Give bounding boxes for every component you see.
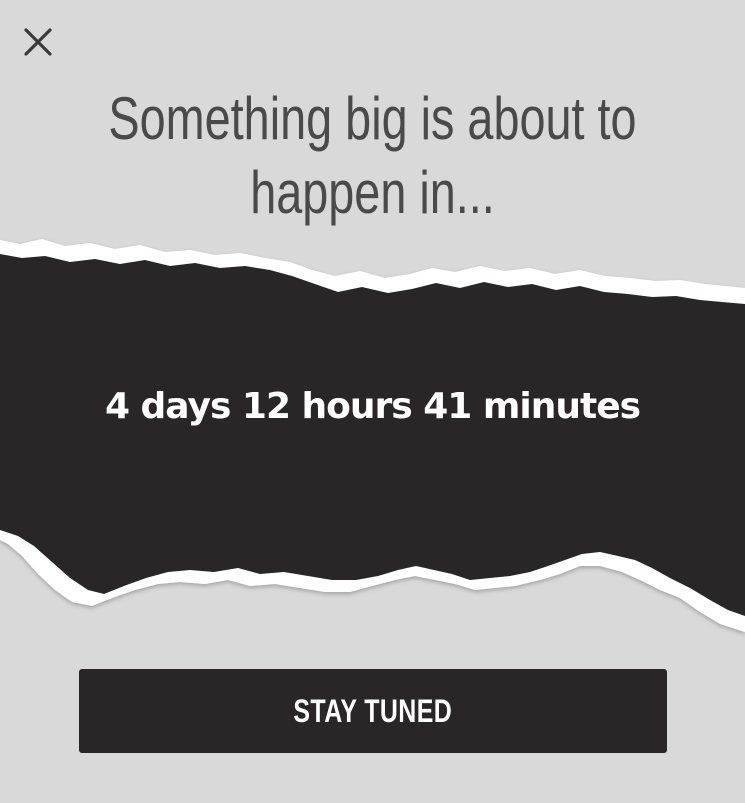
stay-tuned-label: STAY TUNED [293,692,453,729]
stay-tuned-button[interactable]: STAY TUNED [79,669,667,753]
countdown-modal: Something big is about to happen in... 4… [0,0,745,803]
countdown-timer: 4 days 12 hours 41 minutes [104,386,641,427]
